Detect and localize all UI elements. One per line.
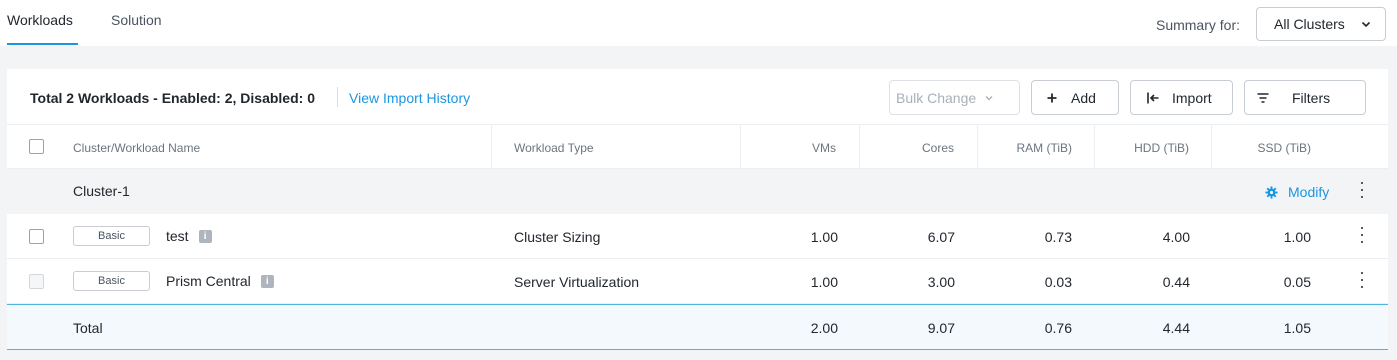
import-button[interactable]: Import — [1130, 80, 1233, 115]
total-vms: 2.00 — [810, 320, 838, 336]
tab-workloads[interactable]: Workloads — [7, 12, 73, 28]
row-checkbox[interactable] — [29, 274, 44, 289]
add-workload-button[interactable]: Add — [1031, 80, 1119, 115]
active-tab-indicator — [7, 43, 78, 45]
filter-icon — [1257, 92, 1269, 103]
top-tab-bar: Workloads Solution Summary for: All Clus… — [0, 0, 1397, 46]
row-kebab-menu-icon[interactable] — [1359, 225, 1365, 247]
cores-cell: 3.00 — [927, 274, 955, 290]
cluster-summary-select[interactable]: All Clusters — [1256, 7, 1386, 41]
column-header-vms[interactable]: VMs — [737, 141, 836, 155]
vms-cell: 1.00 — [810, 229, 838, 245]
total-ram: 0.76 — [1044, 320, 1072, 336]
workloads-toolbar: Total 2 Workloads - Enabled: 2, Disabled… — [7, 69, 1388, 125]
bulk-change-button[interactable]: Bulk Change — [889, 80, 1020, 115]
column-divider — [1094, 125, 1095, 169]
table-total-row: Total 2.00 9.07 0.76 4.44 1.05 — [7, 304, 1388, 350]
view-import-history-link[interactable]: View Import History — [349, 90, 470, 106]
vms-cell: 1.00 — [810, 274, 838, 290]
ram-cell: 0.03 — [1044, 274, 1072, 290]
column-divider — [1211, 125, 1212, 169]
column-divider — [977, 125, 978, 169]
ssd-cell: 1.00 — [1283, 229, 1311, 245]
summary-for-label: Summary for: — [1155, 17, 1240, 33]
bulk-change-label: Bulk Change — [896, 89, 977, 106]
import-label: Import — [1172, 89, 1212, 106]
gear-icon — [1265, 185, 1278, 199]
column-header-ram[interactable]: RAM (TiB) — [973, 141, 1072, 155]
column-header-cores[interactable]: Cores — [857, 141, 954, 155]
column-header-ssd[interactable]: SSD (TiB) — [1210, 141, 1311, 155]
column-divider — [859, 125, 860, 169]
row-checkbox[interactable] — [29, 229, 44, 244]
workload-name[interactable]: test — [166, 228, 189, 244]
cluster-name: Cluster-1 — [73, 183, 130, 199]
filters-button[interactable]: Filters — [1244, 80, 1366, 115]
column-divider — [491, 125, 492, 169]
cluster-kebab-menu-icon[interactable] — [1359, 180, 1365, 202]
modify-label: Modify — [1288, 184, 1330, 200]
hdd-cell: 0.44 — [1162, 274, 1190, 290]
column-divider — [740, 125, 741, 169]
workload-name[interactable]: Prism Central — [166, 273, 251, 289]
ram-cell: 0.73 — [1044, 229, 1072, 245]
modify-cluster-button[interactable]: Modify — [1265, 184, 1329, 200]
chevron-down-icon — [1361, 21, 1371, 28]
table-row: Basic Prism Central i Server Virtualizat… — [7, 259, 1388, 304]
workload-name-cell: test i — [166, 228, 212, 244]
toolbar-divider — [337, 87, 338, 107]
total-label: Total — [73, 320, 103, 336]
tab-solution[interactable]: Solution — [111, 12, 162, 28]
workload-mode-badge: Basic — [73, 271, 150, 291]
plus-icon — [1047, 93, 1057, 102]
column-header-hdd[interactable]: HDD (TiB) — [1093, 141, 1189, 155]
hdd-cell: 4.00 — [1162, 229, 1190, 245]
filters-label: Filters — [1292, 89, 1331, 106]
cluster-summary-value: All Clusters — [1274, 16, 1345, 32]
table-header: Cluster/Workload Name Workload Type VMs … — [7, 125, 1388, 169]
cores-cell: 6.07 — [927, 229, 955, 245]
total-ssd: 1.05 — [1283, 320, 1311, 336]
column-header-name[interactable]: Cluster/Workload Name — [73, 141, 200, 155]
workload-name-cell: Prism Central i — [166, 273, 274, 289]
workloads-total-summary: Total 2 Workloads - Enabled: 2, Disabled… — [30, 90, 315, 106]
select-all-checkbox[interactable] — [29, 139, 44, 154]
chevron-down-icon — [985, 95, 993, 100]
ssd-cell: 0.05 — [1283, 274, 1311, 290]
workload-type-cell: Cluster Sizing — [514, 229, 601, 245]
info-icon[interactable]: i — [260, 274, 274, 288]
total-hdd: 4.44 — [1162, 320, 1190, 336]
import-icon — [1147, 92, 1159, 103]
column-header-type[interactable]: Workload Type — [514, 141, 594, 155]
info-icon[interactable]: i — [198, 229, 212, 243]
cluster-group-row: Cluster-1 Modify — [7, 169, 1388, 214]
workload-mode-badge: Basic — [73, 226, 150, 246]
total-cores: 9.07 — [927, 320, 955, 336]
workloads-panel: Total 2 Workloads - Enabled: 2, Disabled… — [7, 69, 1388, 350]
add-label: Add — [1071, 89, 1096, 106]
table-row: Basic test i Cluster Sizing 1.00 6.07 0.… — [7, 214, 1388, 259]
workload-type-cell: Server Virtualization — [514, 274, 640, 290]
row-kebab-menu-icon[interactable] — [1359, 270, 1365, 292]
